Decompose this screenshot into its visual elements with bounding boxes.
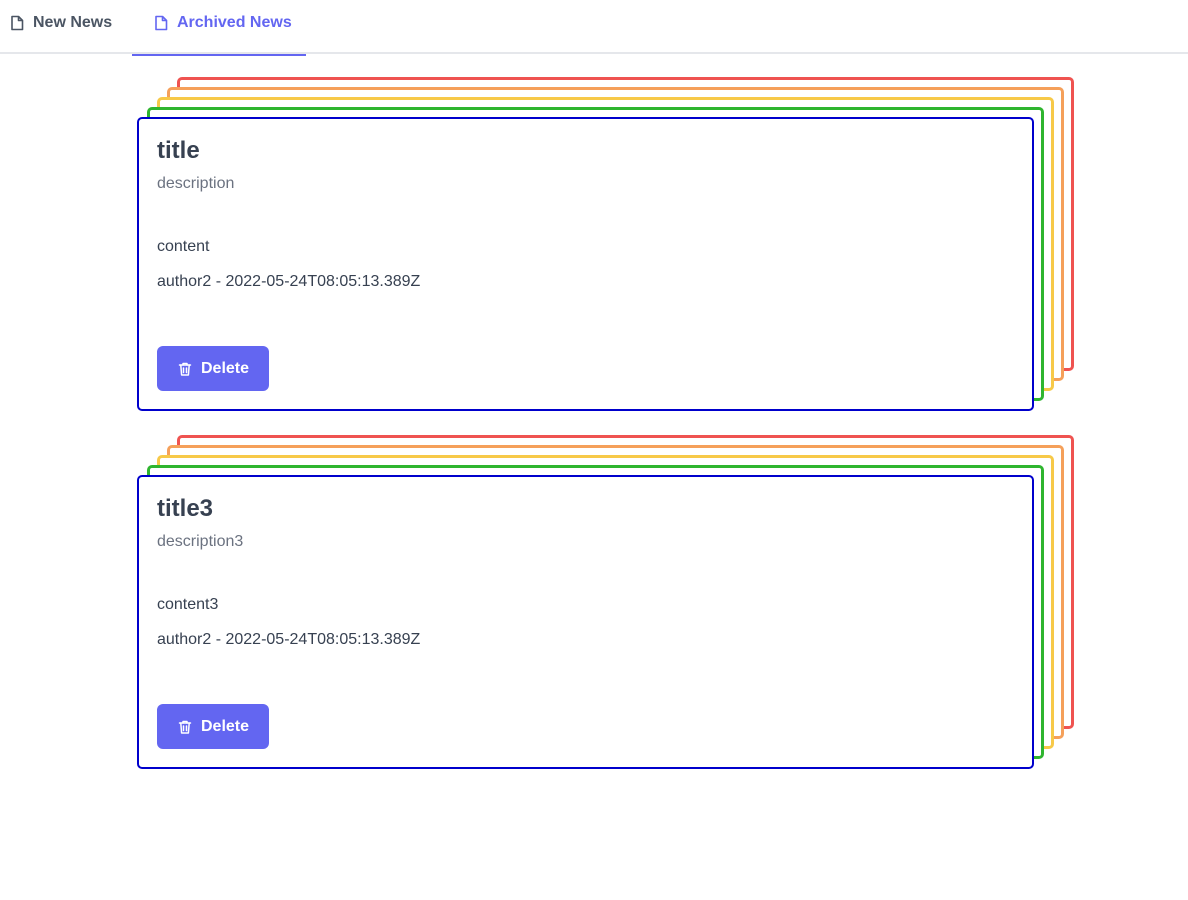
delete-button[interactable]: Delete bbox=[157, 346, 269, 391]
tab-bar: New News Archived News bbox=[0, 0, 1188, 56]
news-card: title3 description3 content3 author2 - 2… bbox=[137, 475, 1034, 769]
document-icon bbox=[10, 15, 24, 31]
tab-label: Archived News bbox=[177, 14, 292, 31]
news-author: author2 bbox=[157, 631, 212, 648]
news-date: 2022-05-24T08:05:13.389Z bbox=[225, 631, 421, 648]
news-meta: author2 - 2022-05-24T08:05:13.389Z bbox=[157, 273, 421, 290]
news-title: title bbox=[157, 137, 200, 164]
document-icon bbox=[154, 15, 168, 31]
trash-icon bbox=[177, 719, 193, 735]
tab-new-news[interactable]: New News bbox=[10, 0, 112, 54]
news-title: title3 bbox=[157, 495, 214, 522]
news-card: title description content author2 - 2022… bbox=[137, 117, 1034, 411]
news-card-stack: title3 description3 content3 author2 - 2… bbox=[137, 435, 1074, 769]
tab-archived-news[interactable]: Archived News bbox=[132, 0, 306, 56]
delete-label: Delete bbox=[200, 359, 250, 377]
news-content: content bbox=[157, 238, 210, 255]
tab-label: New News bbox=[33, 14, 113, 31]
news-meta: author2 - 2022-05-24T08:05:13.389Z bbox=[157, 631, 421, 648]
news-card-stack: title description content author2 - 2022… bbox=[137, 77, 1074, 411]
news-description: description3 bbox=[157, 533, 244, 550]
delete-button[interactable]: Delete bbox=[157, 704, 269, 749]
news-description: description bbox=[157, 175, 235, 192]
news-content: content3 bbox=[157, 596, 219, 613]
delete-label: Delete bbox=[200, 717, 250, 735]
trash-icon bbox=[177, 361, 193, 377]
news-author: author2 bbox=[157, 273, 212, 290]
news-date: 2022-05-24T08:05:13.389Z bbox=[225, 273, 421, 290]
